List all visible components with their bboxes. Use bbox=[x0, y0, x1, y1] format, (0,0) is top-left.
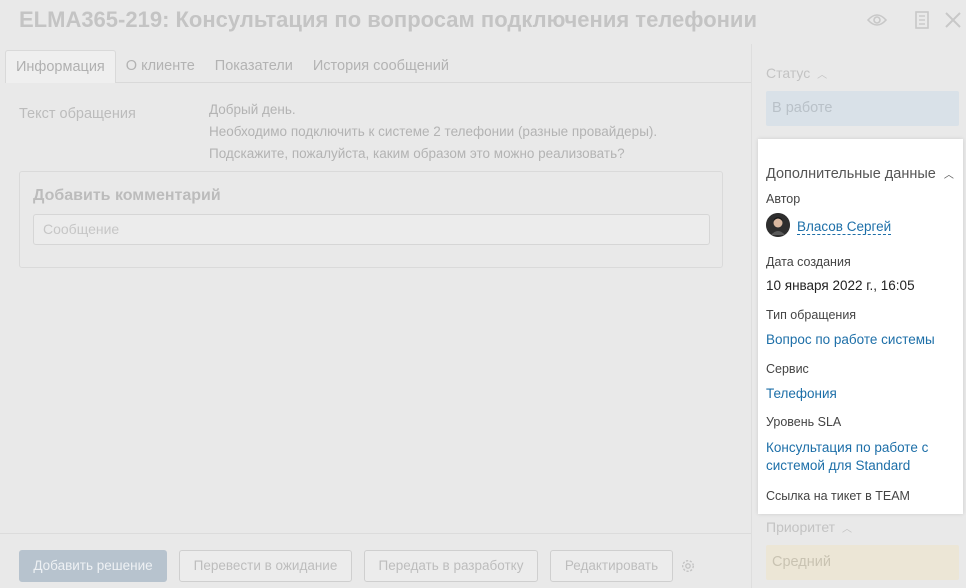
priority-field[interactable]: Средний bbox=[766, 545, 959, 580]
comment-input[interactable]: Сообщение bbox=[33, 214, 710, 245]
tab-message-history[interactable]: История сообщений bbox=[303, 50, 459, 83]
tab-bar: Информация О клиенте Показатели История … bbox=[5, 50, 751, 83]
created-date-value: 10 января 2022 г., 16:05 bbox=[766, 278, 915, 293]
service-link[interactable]: Телефония bbox=[766, 385, 837, 403]
document-icon[interactable] bbox=[912, 10, 932, 30]
request-text-line: Необходимо подключить к системе 2 телефо… bbox=[209, 124, 658, 139]
request-text-line: Подскажите, пожалуйста, каким образом эт… bbox=[209, 146, 625, 161]
header: ELMA365-219: Консультация по вопросам по… bbox=[0, 0, 966, 44]
request-text-line: Добрый день. bbox=[209, 102, 296, 117]
sla-level-label: Уровень SLA bbox=[766, 415, 842, 429]
edit-button[interactable]: Редактировать bbox=[550, 550, 673, 582]
to-waiting-button[interactable]: Перевести в ожидание bbox=[179, 550, 352, 582]
comment-title: Добавить комментарий bbox=[33, 187, 221, 204]
sla-level-line: системой для Standard bbox=[766, 458, 911, 473]
chevron-up-icon: ︿ bbox=[817, 70, 828, 81]
request-type-label: Тип обращения bbox=[766, 308, 857, 322]
status-label[interactable]: Статус ︿ bbox=[766, 65, 827, 81]
gear-icon[interactable] bbox=[680, 558, 696, 574]
author-label: Автор bbox=[766, 192, 801, 206]
author-link[interactable]: Власов Сергей bbox=[797, 219, 892, 235]
avatar bbox=[766, 213, 790, 237]
status-field[interactable]: В работе bbox=[766, 91, 959, 126]
sla-level-link[interactable]: Консультация по работе с системой для St… bbox=[766, 439, 928, 475]
request-text: Добрый день. Необходимо подключить к сис… bbox=[209, 99, 657, 165]
sla-level-line: Консультация по работе с bbox=[766, 440, 929, 455]
additional-data-panel: Дополнительные данные ︿ Автор Власов Сер… bbox=[758, 139, 963, 514]
priority-label-text: Приоритет bbox=[766, 519, 836, 535]
close-icon[interactable] bbox=[943, 10, 963, 30]
add-solution-button[interactable]: Добавить решение bbox=[19, 550, 167, 582]
additional-data-title: Дополнительные данные bbox=[766, 166, 936, 182]
comment-box: Добавить комментарий Сообщение bbox=[19, 171, 723, 268]
tab-information[interactable]: Информация bbox=[5, 50, 116, 83]
tab-metrics[interactable]: Показатели bbox=[205, 50, 303, 83]
status-label-text: Статус bbox=[766, 65, 811, 81]
action-toolbar: Добавить решение Перевести в ожидание Пе… bbox=[0, 533, 751, 588]
additional-data-header[interactable]: Дополнительные данные ︿ bbox=[766, 166, 954, 182]
chevron-up-icon: ︿ bbox=[841, 524, 852, 535]
chevron-up-icon: ︿ bbox=[943, 170, 954, 181]
sidebar-divider bbox=[751, 44, 752, 588]
priority-label[interactable]: Приоритет ︿ bbox=[766, 519, 852, 535]
page-title: ELMA365-219: Консультация по вопросам по… bbox=[19, 7, 757, 32]
request-text-label: Текст обращения bbox=[19, 106, 136, 122]
request-type-link[interactable]: Вопрос по работе системы bbox=[766, 331, 935, 349]
service-label: Сервис bbox=[766, 362, 809, 376]
team-ticket-label: Ссылка на тикет в TEAM bbox=[766, 489, 910, 503]
tab-client[interactable]: О клиенте bbox=[116, 50, 205, 83]
to-development-button[interactable]: Передать в разработку bbox=[364, 550, 538, 582]
created-date-label: Дата создания bbox=[766, 255, 851, 269]
eye-icon[interactable] bbox=[867, 10, 887, 30]
